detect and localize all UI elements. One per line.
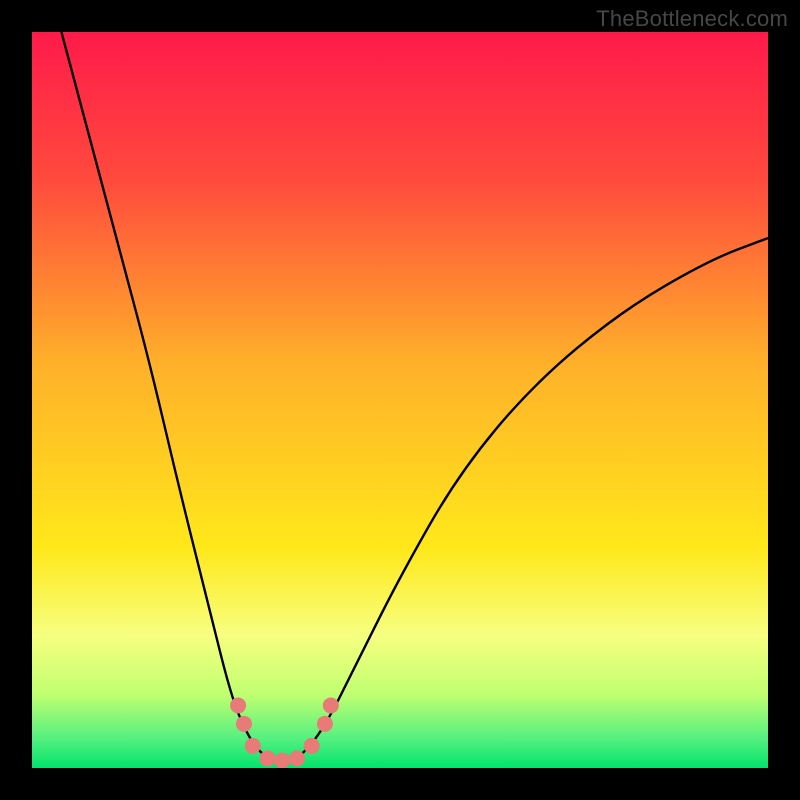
trough-marker bbox=[230, 697, 246, 713]
trough-marker bbox=[304, 738, 320, 754]
trough-marker bbox=[274, 753, 290, 768]
trough-marker bbox=[317, 716, 333, 732]
trough-marker bbox=[236, 716, 252, 732]
trough-marker bbox=[289, 750, 305, 766]
chart-frame bbox=[32, 32, 768, 768]
trough-marker bbox=[260, 750, 276, 766]
chart-background bbox=[32, 32, 768, 768]
trough-marker bbox=[323, 697, 339, 713]
bottleneck-chart bbox=[32, 32, 768, 768]
watermark-text: TheBottleneck.com bbox=[596, 6, 788, 32]
trough-marker bbox=[245, 738, 261, 754]
